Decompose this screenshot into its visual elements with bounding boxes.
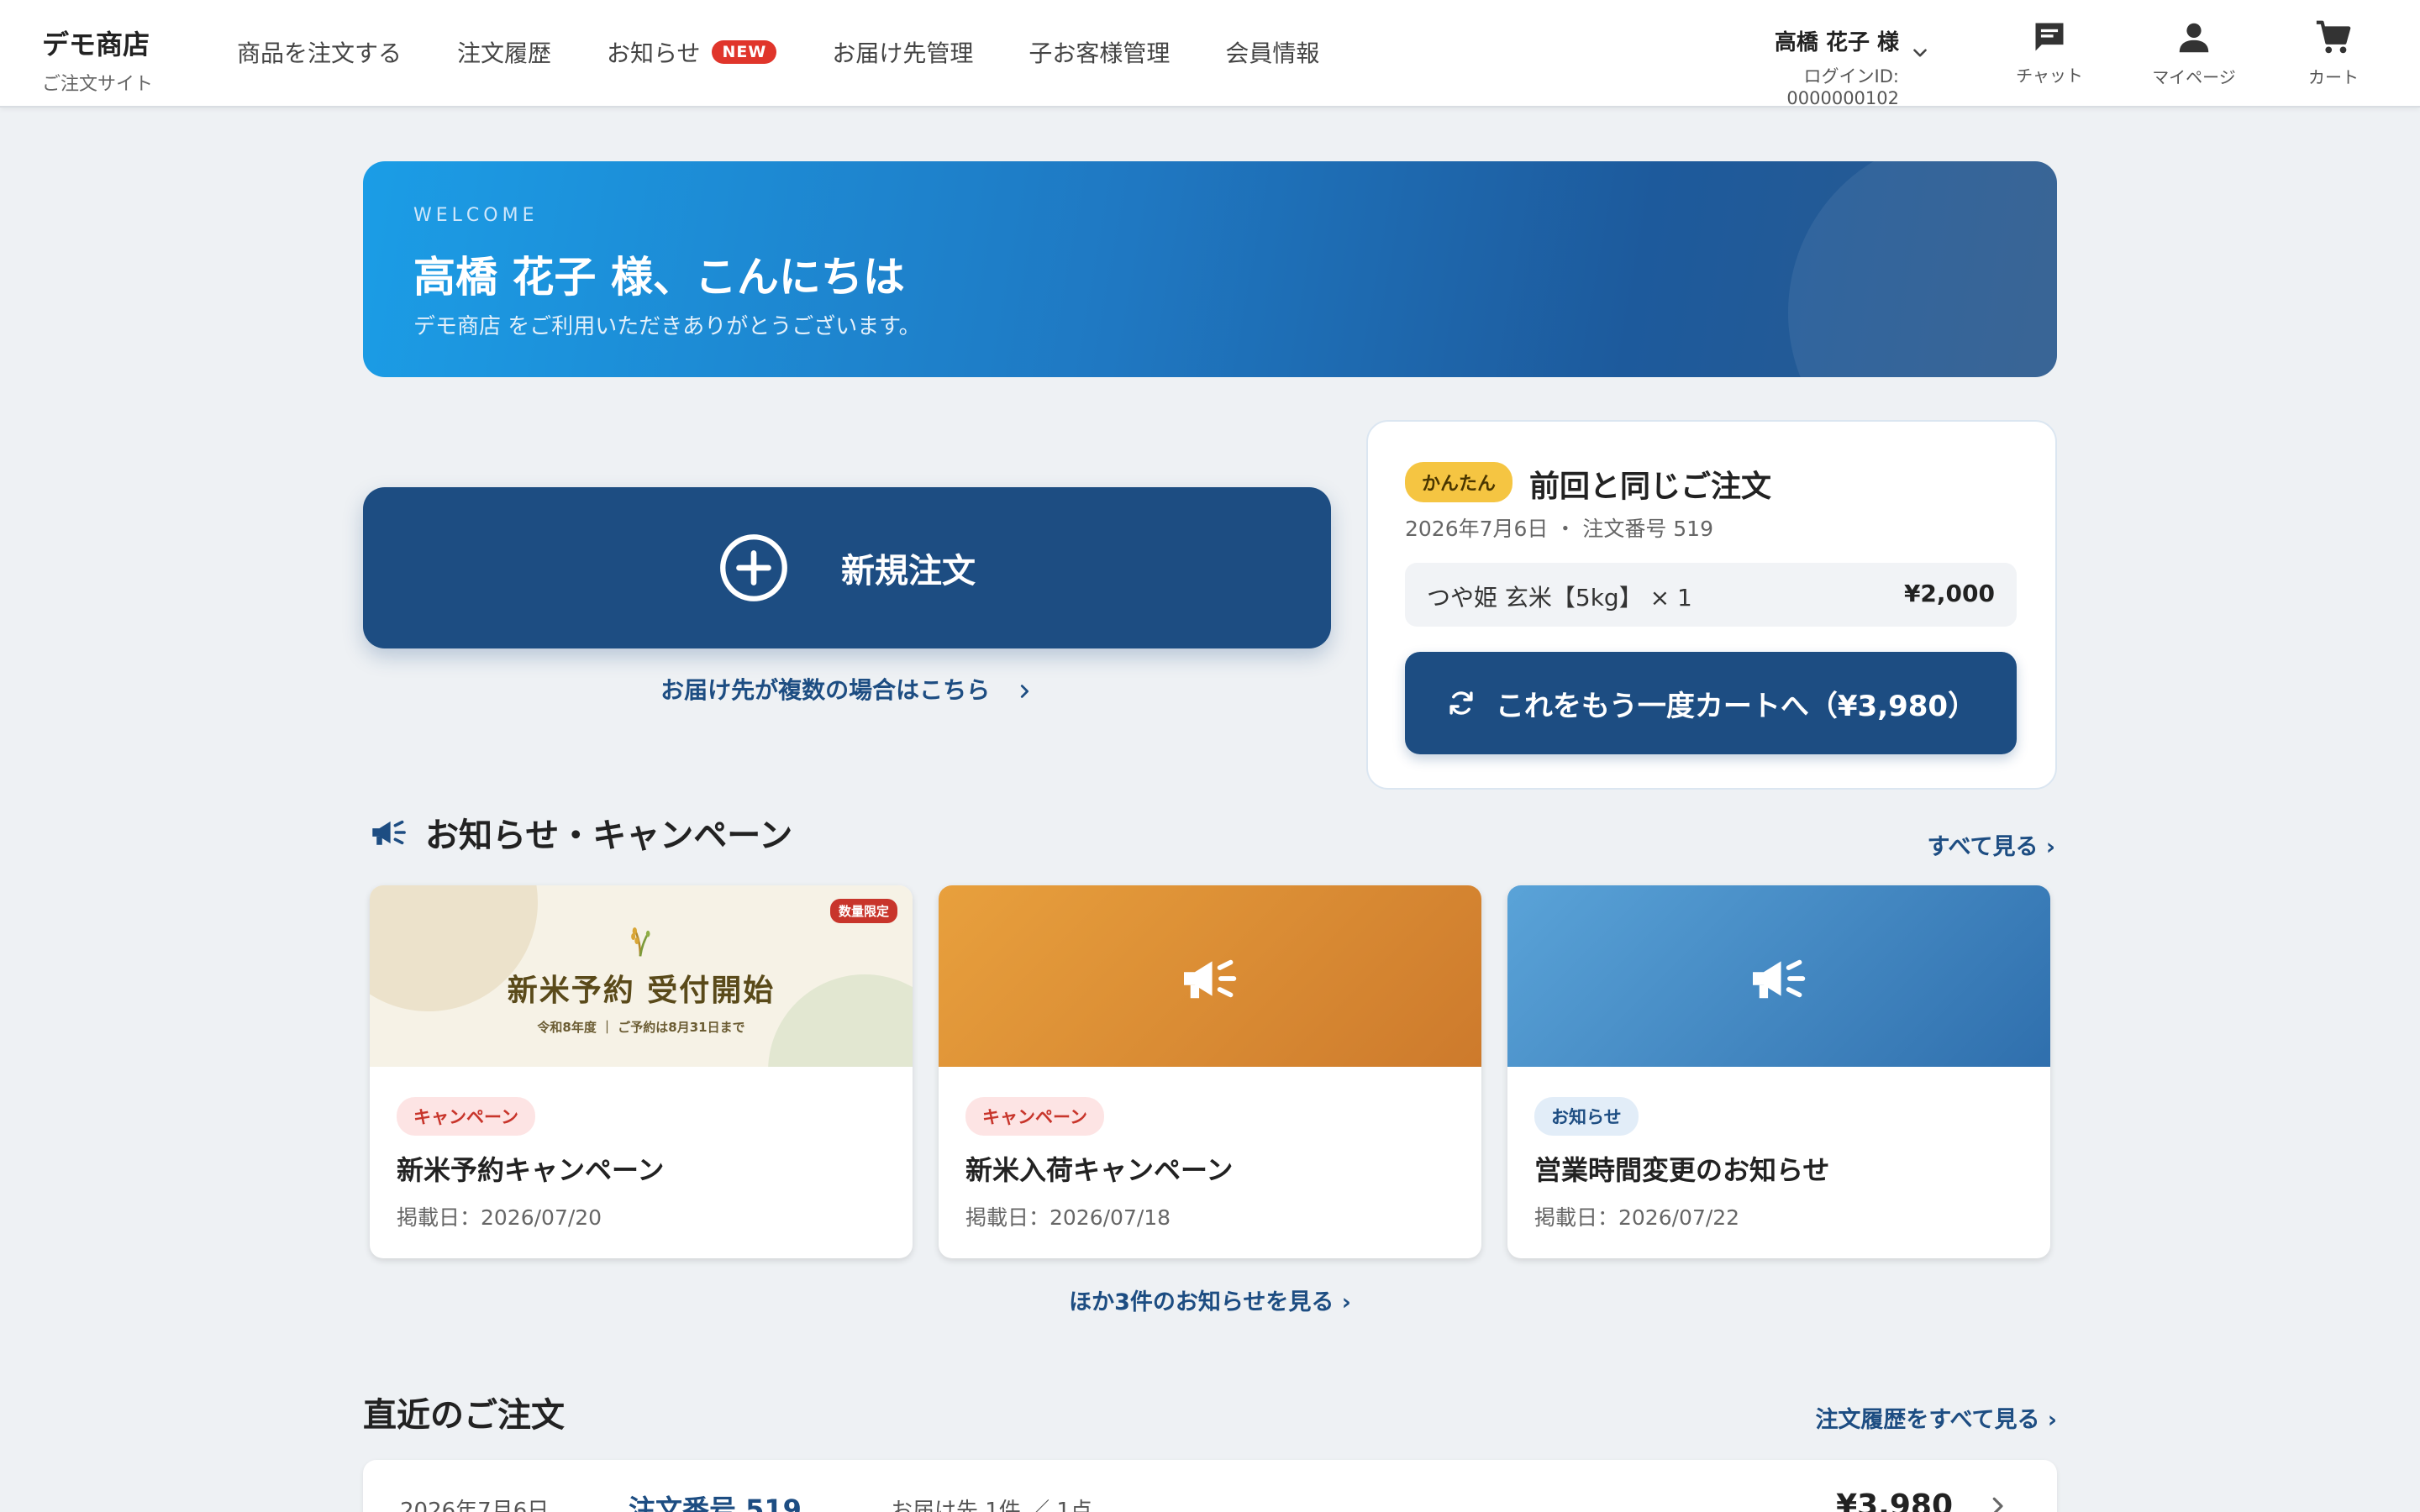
news-card[interactable]: お知らせ 営業時間変更のお知らせ 掲載日：2026/07/22: [1507, 885, 2050, 1258]
card-title: 新米入荷キャンペーン: [965, 1154, 1234, 1186]
refresh-icon: [1449, 691, 1473, 715]
login-id: ログインID: 0000000102: [1786, 66, 1899, 108]
reorder-meta: 2026年7月6日 ・ 注文番号 519: [1405, 517, 1713, 541]
order-row[interactable]: 2026年7月6日 注文番号 519 お届け先 1件 ／ 1点 ¥3,980: [363, 1460, 2057, 1512]
nav-order-history[interactable]: 注文履歴: [457, 35, 551, 69]
new-order-label: 新規注文: [841, 552, 976, 591]
nav-news-label: お知らせ: [607, 39, 701, 67]
campaign-note: 令和8年度 ｜ ご予約は8月31日まで: [537, 1020, 745, 1035]
person-icon: [2179, 23, 2209, 53]
chat-icon: [2035, 23, 2064, 51]
cart-label: カート: [2308, 67, 2359, 87]
mypage-button[interactable]: マイページ: [2148, 18, 2240, 88]
nav-order-products[interactable]: 商品を注文する: [237, 35, 402, 69]
nav-delivery-addresses[interactable]: お届け先管理: [832, 35, 973, 69]
megaphone-icon: [1753, 959, 1806, 999]
card-image: [1507, 885, 2050, 1067]
card-date: 掲載日：2026/07/18: [965, 1205, 1171, 1230]
main-nav: 商品を注文する 注文履歴 お知らせ NEW お届け先管理 子お客様管理 会員情報: [237, 35, 1375, 69]
brand-name: デモ商店: [42, 29, 150, 60]
recent-orders-title: 直近のご注文: [363, 1396, 565, 1435]
welcome-banner: WELCOME 高橋 花子 様、こんにちは デモ商店 をご利用いただきありがとう…: [363, 161, 2057, 377]
brand-logo[interactable]: デモ商店 ご注文サイト: [42, 24, 153, 96]
new-order-button[interactable]: 新規注文: [363, 487, 1331, 648]
site-header: デモ商店 ご注文サイト 商品を注文する 注文履歴 お知らせ NEW お届け先管理…: [0, 0, 2420, 108]
reorder-card: かんたん 前回と同じご注文 2026年7月6日 ・ 注文番号 519 つや姫 玄…: [1366, 420, 2057, 790]
multi-destination-link[interactable]: お届け先が複数の場合はこちら: [363, 672, 1331, 706]
card-tag: キャンペーン: [397, 1097, 535, 1136]
card-date: 掲載日：2026/07/22: [1534, 1205, 1740, 1230]
nav-member-info[interactable]: 会員情報: [1225, 35, 1319, 69]
order-destination: お届け先 1件 ／ 1点: [891, 1499, 1092, 1512]
card-image: [939, 885, 1481, 1067]
new-badge: NEW: [712, 40, 777, 64]
card-tag: キャンペーン: [965, 1097, 1104, 1136]
cart-icon: [2316, 20, 2351, 54]
card-title: 新米予約キャンペーン: [397, 1154, 665, 1186]
news-card[interactable]: キャンペーン 新米入荷キャンペーン 掲載日：2026/07/18: [939, 885, 1481, 1258]
news-heading: お知らせ・キャンペーン: [370, 808, 792, 857]
plus-circle-icon: [720, 534, 787, 601]
campaign-headline: 新米予約 受付開始: [507, 974, 776, 1008]
banner-subtitle: デモ商店 をご利用いただきありがとうございます。: [413, 314, 921, 339]
user-menu[interactable]: 高橋 花子 様 ログインID: 0000000102: [1689, 25, 1899, 108]
reorder-title: 前回と同じご注文: [1529, 470, 1772, 504]
chevron-right-icon: [1992, 1497, 2003, 1512]
user-name: 高橋 花子 様: [1774, 30, 1899, 55]
chat-button[interactable]: チャット: [2003, 18, 2096, 87]
chevron-down-icon[interactable]: [1909, 42, 1931, 64]
chevron-right-icon: [1020, 685, 1028, 698]
megaphone-icon: [1184, 959, 1237, 999]
news-card[interactable]: 数量限定 新米予約 受付開始 令和8年度 ｜ ご予約は8月31日まで キャンペー…: [370, 885, 913, 1258]
news-see-all-link[interactable]: すべて見る ›: [1927, 828, 2055, 861]
order-date: 2026年7月6日: [400, 1499, 550, 1512]
easy-badge: かんたん: [1405, 462, 1513, 502]
campaign-banner-image: 数量限定 新米予約 受付開始 令和8年度 ｜ ご予約は8月31日まで: [370, 885, 913, 1067]
card-date: 掲載日：2026/07/20: [397, 1205, 602, 1230]
rice-plant-icon: [631, 927, 650, 957]
limited-badge: 数量限定: [829, 899, 897, 923]
reorder-item: つや姫 玄米【5kg】 × 1 ¥2,000: [1405, 563, 2017, 627]
megaphone-icon: [372, 820, 406, 845]
banner-eyebrow: WELCOME: [413, 205, 539, 226]
more-news-link[interactable]: ほか3件のお知らせを見る ›: [0, 1284, 2420, 1316]
news-section-title: お知らせ・キャンペーン: [425, 816, 793, 855]
nav-news[interactable]: お知らせ NEW: [607, 35, 777, 69]
order-history-all-link[interactable]: 注文履歴をすべて見る ›: [1815, 1401, 2057, 1434]
cart-button[interactable]: カート: [2287, 18, 2380, 88]
card-title: 営業時間変更のお知らせ: [1534, 1154, 1830, 1186]
reorder-button-label: これをもう一度カートへ（¥3,980）: [1495, 689, 1977, 723]
mypage-label: マイページ: [2152, 67, 2236, 87]
banner-title: 高橋 花子 様、こんにちは: [413, 253, 905, 302]
multi-destination-label: お届け先が複数の場合はこちら: [660, 676, 991, 704]
reorder-to-cart-button[interactable]: これをもう一度カートへ（¥3,980）: [1405, 652, 2017, 754]
brand-subtitle: ご注文サイト: [42, 74, 154, 95]
reorder-item-price: ¥2,000: [1903, 580, 1995, 607]
nav-sub-customers[interactable]: 子お客様管理: [1028, 35, 1170, 69]
card-tag: お知らせ: [1534, 1097, 1639, 1136]
reorder-item-name: つや姫 玄米【5kg】 × 1: [1427, 584, 1692, 612]
banner-decoration: [1788, 161, 2057, 377]
chat-label: チャット: [2016, 66, 2083, 86]
order-price: ¥3,980: [1836, 1488, 1953, 1512]
order-number: 注文番号 519: [629, 1494, 802, 1512]
